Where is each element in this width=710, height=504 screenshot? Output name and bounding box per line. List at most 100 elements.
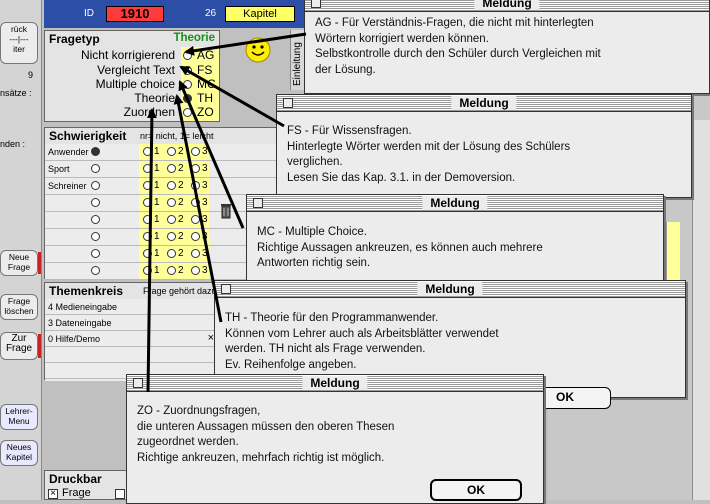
schwierigkeit-levels: 1 2 3 <box>91 161 209 177</box>
schwierigkeit-level-radio[interactable] <box>143 232 152 241</box>
right-edge-panel <box>692 120 710 500</box>
schwierigkeit-none-radio[interactable] <box>91 147 100 156</box>
schwierigkeit-none-radio[interactable] <box>91 249 100 258</box>
teacher-menu-button[interactable]: Lehrer- Menu <box>0 404 38 430</box>
ansaetze-label: nsätze : <box>0 88 32 98</box>
schwierigkeit-level-label: 1 <box>154 214 160 225</box>
schwierigkeit-level-label: 2 <box>178 265 184 276</box>
themenkreis-list: 4 Medieneingabe 3 Dateneingabe 0 Hilfe/Dem… <box>45 299 217 381</box>
schwierigkeit-row: Sport 1 2 3 <box>45 161 307 178</box>
dialog-mc-titlebar[interactable]: Meldung <box>247 195 663 212</box>
schwierigkeit-none-radio[interactable] <box>91 215 100 224</box>
dialog-fs-message: FS - Für Wissensfragen. Hinterlegte Wört… <box>287 125 571 184</box>
fragetyp-fs-radio[interactable] <box>183 66 192 75</box>
schwierigkeit-level-radio[interactable] <box>143 215 152 224</box>
schwierigkeit-level-label: 2 <box>178 146 184 157</box>
schwierigkeit-level-radio[interactable] <box>143 249 152 258</box>
schwierigkeit-level-radio[interactable] <box>191 164 200 173</box>
schwierigkeit-none-radio[interactable] <box>91 198 100 207</box>
druckbar-title: Druckbar <box>49 472 102 486</box>
schwierigkeit-level-radio[interactable] <box>191 215 200 224</box>
schwierigkeit-level-label: 1 <box>154 146 160 157</box>
dialog-th-titlebar[interactable]: Meldung <box>215 281 685 298</box>
navigation-stepper[interactable]: rück ---|--- iter <box>0 22 38 64</box>
dialog-th-message: TH - Theorie für den Programmanwender. K… <box>225 312 499 371</box>
schwierigkeit-level-radio[interactable] <box>191 198 200 207</box>
schwierigkeit-level-radio[interactable] <box>191 266 200 275</box>
fragetyp-th-radio[interactable] <box>183 94 192 103</box>
schwierigkeit-levels: 1 2 3 <box>91 195 209 211</box>
schwierigkeit-level-radio[interactable] <box>167 215 176 224</box>
schwierigkeit-level-radio[interactable] <box>143 164 152 173</box>
kapitel-number: 26 <box>205 8 217 19</box>
dialog-zo-message: ZO - Zuordnungsfragen, die unteren Aussa… <box>137 405 395 464</box>
dialog-zo-titlebar[interactable]: Meldung <box>127 375 543 392</box>
schwierigkeit-level-radio[interactable] <box>191 181 200 190</box>
fragetyp-title: Fragetyp <box>49 32 100 46</box>
fragetyp-zo-radio[interactable] <box>183 108 192 117</box>
fragetyp-th-code: TH <box>197 91 213 105</box>
schwierigkeit-levels: 1 2 3 <box>91 178 209 194</box>
einleitung-tab[interactable]: Einleitung <box>290 30 304 90</box>
schwierigkeit-hint: nr= nicht, 1= leicht <box>140 131 214 141</box>
fragetyp-ag-code: AG <box>197 48 215 62</box>
themenkreis-row-label: 3 Dateneingabe <box>48 318 112 328</box>
themenkreis-row[interactable]: 4 Medieneingabe <box>45 299 217 315</box>
schwierigkeit-level-radio[interactable] <box>167 147 176 156</box>
themenkreis-row[interactable]: 3 Dateneingabe <box>45 315 217 331</box>
schwierigkeit-level-radio[interactable] <box>167 249 176 258</box>
dialog-zo-close-box[interactable] <box>133 378 143 388</box>
dialog-mc-close-box[interactable] <box>253 198 263 208</box>
schwierigkeit-level-label: 3 <box>202 248 208 259</box>
schwierigkeit-level-label: 2 <box>178 180 184 191</box>
enden-label: nden : <box>0 139 26 149</box>
schwierigkeit-level-radio[interactable] <box>167 181 176 190</box>
dialog-ag-close-box[interactable] <box>311 0 321 8</box>
schwierigkeit-level-radio[interactable] <box>167 266 176 275</box>
fragetyp-zo-code: ZO <box>197 105 214 119</box>
new-question-button[interactable]: Neue Frage <box>0 250 38 276</box>
trash-icon[interactable] <box>220 203 232 219</box>
schwierigkeit-level-radio[interactable] <box>143 266 152 275</box>
schwierigkeit-level-label: 2 <box>178 231 184 242</box>
themenkreis-row[interactable] <box>45 347 217 363</box>
dialog-mc-title: Meldung <box>422 196 488 210</box>
schwierigkeit-level-radio[interactable] <box>167 232 176 241</box>
schwierigkeit-none-radio[interactable] <box>91 181 100 190</box>
schwierigkeit-level-radio[interactable] <box>191 249 200 258</box>
schwierigkeit-level-radio[interactable] <box>191 232 200 241</box>
schwierigkeit-none-radio[interactable] <box>91 266 100 275</box>
schwierigkeit-level-radio[interactable] <box>143 181 152 190</box>
fragetyp-mc-code: MC <box>197 77 216 91</box>
dialog-ag-titlebar[interactable]: Meldung <box>305 0 709 12</box>
dialog-fs-close-box[interactable] <box>283 98 293 108</box>
dialog-mc-message: MC - Multiple Choice. Richtige Aussagen … <box>257 226 543 269</box>
schwierigkeit-level-radio[interactable] <box>143 198 152 207</box>
schwierigkeit-level-radio[interactable] <box>167 164 176 173</box>
schwierigkeit-title: Schwierigkeit <box>49 129 127 143</box>
schwierigkeit-none-radio[interactable] <box>91 164 100 173</box>
fragetyp-ag-radio[interactable] <box>183 51 192 60</box>
kapitel-button[interactable]: Kapitel <box>225 6 295 22</box>
schwierigkeit-none-radio[interactable] <box>91 232 100 241</box>
dialog-zo-ok-button[interactable]: OK <box>430 479 522 501</box>
schwierigkeit-level-radio[interactable] <box>167 198 176 207</box>
dialog-zo: Meldung ZO - Zuordnungsfragen, die unter… <box>126 374 544 504</box>
themenkreis-row[interactable]: 0 Hilfe/Demo × <box>45 331 217 347</box>
themenkreis-panel: Themenkreis Frage gehört dazu 4 Medienei… <box>44 282 217 381</box>
dialog-fs-titlebar[interactable]: Meldung <box>277 95 691 112</box>
fragetyp-mc-radio[interactable] <box>183 80 192 89</box>
schwierigkeit-levels: 1 2 3 <box>91 263 209 279</box>
dialog-ag: Meldung AG - Für Verständnis-Fragen, die… <box>304 0 710 94</box>
new-chapter-button[interactable]: Neues Kapitel <box>0 440 38 466</box>
schwierigkeit-level-radio[interactable] <box>191 147 200 156</box>
fragetyp-th-label: Theorie <box>134 91 175 105</box>
dialog-th-close-box[interactable] <box>221 284 231 294</box>
druckbar-frage-checkbox[interactable]: × <box>48 489 58 499</box>
schwierigkeit-level-label: 2 <box>178 248 184 259</box>
goto-question-button[interactable]: Zur Frage <box>0 332 38 360</box>
schwierigkeit-level-radio[interactable] <box>143 147 152 156</box>
delete-question-button[interactable]: Frage löschen <box>0 294 38 320</box>
schwierigkeit-level-label: 3 <box>202 214 208 225</box>
druckbar-checkbox-2[interactable] <box>115 489 125 499</box>
